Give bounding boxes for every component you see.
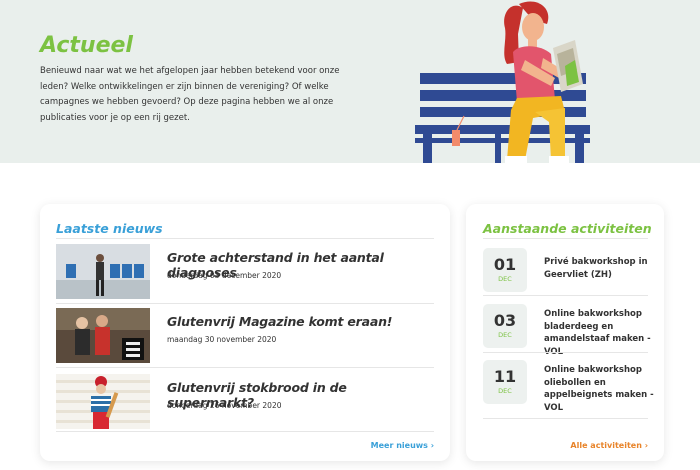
news-thumbnail-baguette — [56, 374, 150, 429]
activity-title[interactable]: Online bakworkshop oliebollen en appelbe… — [544, 364, 654, 414]
woman-reading-on-bench-illustration — [415, 1, 590, 163]
upcoming-activities-title: Aanstaande activiteiten — [483, 221, 652, 236]
divider — [483, 418, 648, 419]
hero-intro-text: Benieuwd naar wat we het afgelopen jaar … — [40, 66, 340, 123]
divider — [56, 431, 434, 432]
activity-title[interactable]: Online bakworkshop bladerdeeg en amandel… — [544, 308, 654, 358]
divider — [483, 352, 648, 353]
news-date: donderdag 03 december 2020 — [167, 271, 282, 280]
news-item[interactable]: Grote achterstand in het aantal diagnose… — [56, 244, 434, 302]
news-date: donderdag 26 november 2020 — [167, 401, 282, 410]
all-activities-link[interactable]: Alle activiteiten › — [570, 441, 648, 450]
activity-item[interactable]: 03 DEC Online bakworkshop bladerdeeg en … — [483, 304, 651, 357]
more-news-link[interactable]: Meer nieuws › — [371, 441, 434, 450]
divider — [56, 367, 434, 368]
news-item[interactable]: Glutenvrij Magazine komt eraan! maandag … — [56, 308, 434, 366]
date-day: 03 — [493, 311, 517, 330]
divider — [483, 238, 648, 239]
date-month: DEC — [498, 387, 512, 395]
divider — [483, 295, 648, 296]
activity-title[interactable]: Privé bakworkshop in Geervliet (ZH) — [544, 256, 654, 281]
news-item[interactable]: Glutenvrij stokbrood in de supermarkt? d… — [56, 374, 434, 432]
date-month: DEC — [498, 331, 512, 339]
divider — [56, 303, 434, 304]
news-date: maandag 30 november 2020 — [167, 335, 277, 344]
date-day: 01 — [493, 255, 517, 274]
upcoming-activities-card: Aanstaande activiteiten 01 DEC Privé bak… — [466, 204, 664, 461]
date-badge: 01 DEC — [483, 248, 527, 292]
date-day: 11 — [493, 367, 517, 386]
activity-item[interactable]: 01 DEC Privé bakworkshop in Geervliet (Z… — [483, 248, 648, 296]
activity-item[interactable]: 11 DEC Online bakworkshop oliebollen en … — [483, 360, 654, 413]
news-thumbnail-waiting-room — [56, 244, 150, 299]
news-thumbnail-magazine — [56, 308, 150, 363]
news-headline[interactable]: Glutenvrij Magazine komt eraan! — [167, 314, 437, 329]
page-title: Actueel — [40, 33, 133, 58]
date-badge: 03 DEC — [483, 304, 527, 348]
latest-news-card: Laatste nieuws Grote achterstand in het … — [40, 204, 450, 461]
date-month: DEC — [498, 275, 512, 283]
date-badge: 11 DEC — [483, 360, 527, 404]
divider — [56, 238, 434, 239]
latest-news-title: Laatste nieuws — [56, 221, 163, 236]
hero-banner: Actueel Benieuwd naar wat we het afgelop… — [0, 0, 700, 163]
